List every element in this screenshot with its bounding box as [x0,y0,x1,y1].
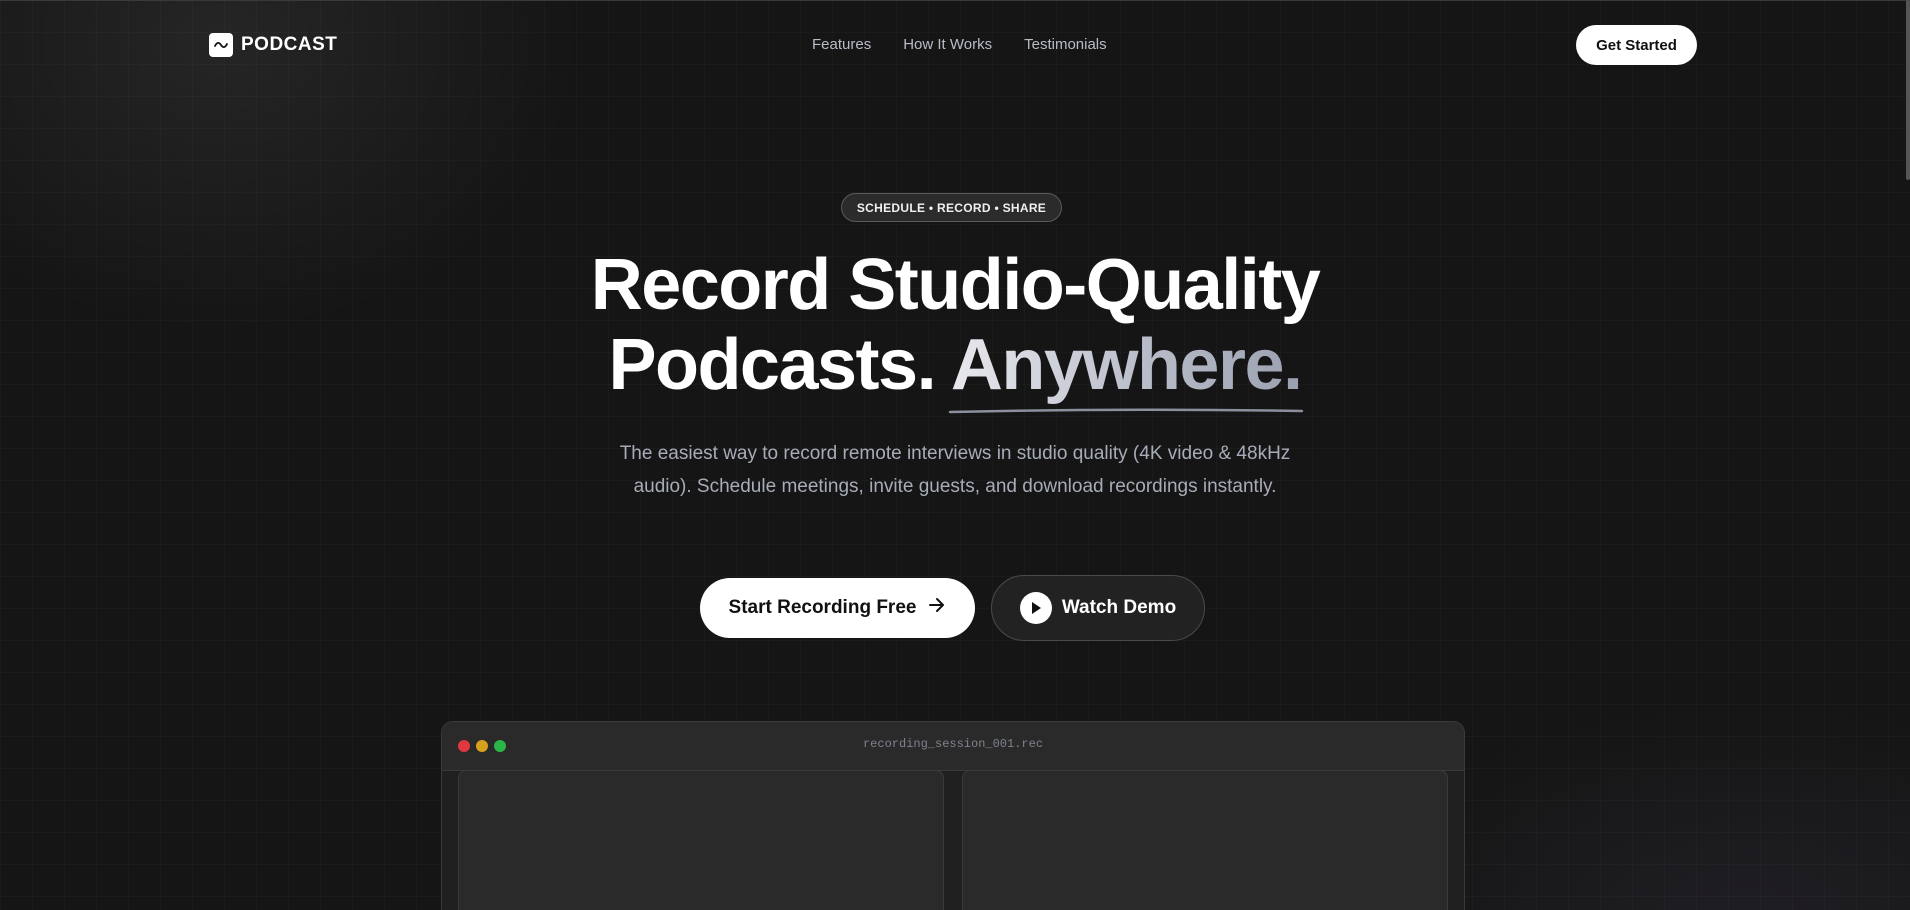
nav-link-how-it-works[interactable]: How It Works [903,36,992,53]
waveform-icon [209,33,233,57]
nav-links: Features How It Works Testimonials [812,36,1107,53]
video-tile-right [962,770,1448,910]
hero-subtext: The easiest way to record remote intervi… [619,443,1291,497]
window-title: recording_session_001.rec [862,737,1044,751]
headline-line-1: Record Studio-Quality [590,245,1321,325]
tagline-badge: SCHEDULE • RECORD • SHARE [841,193,1062,222]
headline-plain: Podcasts. [608,325,936,405]
landing-page: PODCAST Features How It Works Testimonia… [0,0,1910,910]
watch-demo-label: Watch Demo [1061,597,1177,618]
brand-name: PODCAST [241,34,338,55]
brand-logo[interactable]: PODCAST [209,33,337,57]
nav-link-testimonials[interactable]: Testimonials [1024,36,1107,53]
start-recording-label: Start Recording Free [728,597,917,618]
headline-underline [948,408,1304,414]
video-tile-left [458,770,944,910]
top-nav: PODCAST Features How It Works Testimonia… [0,0,1910,90]
headline-accent: Anywhere. [950,325,1303,405]
window-title-bar: recording_session_001.rec [442,722,1464,771]
get-started-button[interactable]: Get Started [1576,25,1697,65]
start-recording-button[interactable]: Start Recording Free [700,578,975,638]
hero-headline: Record Studio-Quality Podcasts. Anywhere… [455,245,1455,405]
app-preview-window: recording_session_001.rec [441,721,1465,910]
arrow-right-icon [928,597,946,619]
watch-demo-button[interactable]: Watch Demo [991,575,1205,641]
headline-line-2: Podcasts. Anywhere. [455,325,1455,405]
play-icon [1019,592,1052,624]
nav-link-features[interactable]: Features [812,36,871,53]
